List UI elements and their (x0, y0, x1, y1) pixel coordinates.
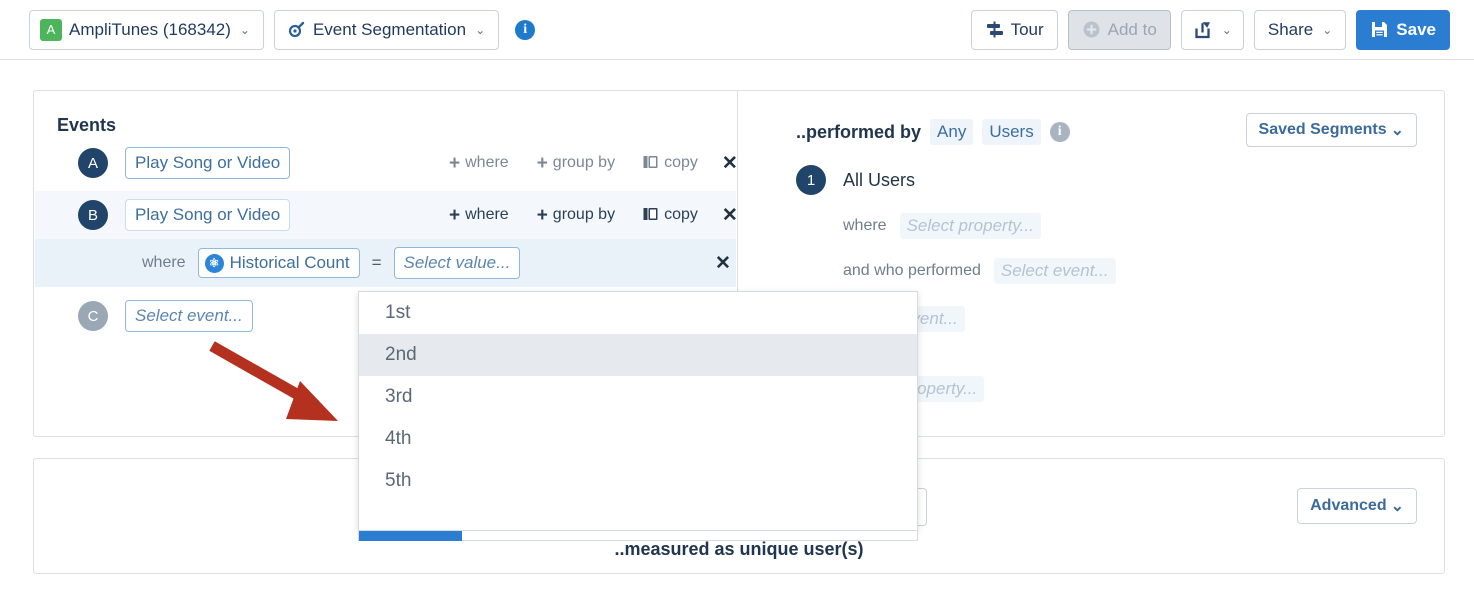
dropdown-option-2nd[interactable]: 2nd (359, 334, 917, 376)
advanced-label: Advanced (1310, 497, 1387, 514)
project-name-label: AmpliTunes (168342) (69, 19, 231, 39)
chart-type-label: Event Segmentation (312, 19, 467, 39)
copy-icon (643, 207, 659, 223)
segment-where-label: where (843, 217, 887, 234)
event-select-a[interactable]: Play Song or Video (125, 147, 291, 179)
historical-count-icon: ⚛ (204, 253, 224, 273)
add-to-button[interactable]: Add to (1067, 9, 1171, 50)
copy-icon (643, 155, 659, 171)
copy-event-b[interactable]: copy (629, 206, 712, 224)
plus-icon: + (449, 152, 461, 174)
segment-performed-event-select[interactable]: Select event... (993, 258, 1116, 284)
event-row-a: A Play Song or Video + where + group by (35, 139, 738, 187)
segment-where-row: where Select property... (843, 213, 1041, 239)
segment-where-property-select[interactable]: Select property... (899, 213, 1041, 239)
project-badge-icon: A (40, 18, 62, 41)
project-selector-button[interactable]: A AmpliTunes (168342) ⌄ (29, 9, 264, 50)
saved-segments-button[interactable]: Saved Segments ⌄ (1245, 113, 1417, 147)
filter-actions: ✕ (705, 254, 741, 273)
plus-icon: + (536, 204, 548, 226)
add-where-b[interactable]: + where (435, 206, 523, 225)
chevron-down-icon: ⌄ (475, 22, 486, 37)
add-group-by-b[interactable]: + group by (523, 206, 629, 225)
chevron-down-icon: ⌄ (1390, 122, 1404, 139)
event-badge-b: B (78, 200, 108, 230)
segment-badge-1: 1 (796, 165, 826, 195)
event-actions-a: + where + group by copy ✕ (435, 154, 748, 173)
event-select-b[interactable]: Play Song or Video (125, 199, 291, 231)
events-panel-title: Events (57, 115, 117, 135)
segment-performed-label: and who performed (843, 262, 981, 279)
signpost-icon (985, 20, 1004, 39)
dropdown-option-1st[interactable]: 1st (359, 292, 917, 334)
toolbar-left-group: A AmpliTunes (168342) ⌄ Event Segmentati… (29, 9, 536, 50)
event-badge-c: C (78, 301, 108, 331)
share-export-icon (1193, 20, 1213, 40)
chevron-down-icon: ⌄ (1322, 22, 1333, 37)
copy-label-b: copy (664, 206, 698, 223)
share-button[interactable]: Share ⌄ (1253, 9, 1347, 50)
plus-icon: + (536, 152, 548, 174)
save-button[interactable]: Save (1356, 9, 1450, 50)
chevron-down-icon: ⌄ (239, 22, 250, 37)
saved-segments-label: Saved Segments (1258, 121, 1387, 138)
segment-panel-title: ..performed by (796, 121, 922, 142)
segment-toggle-any[interactable]: Any (930, 119, 974, 145)
top-toolbar: A AmpliTunes (168342) ⌄ Event Segmentati… (0, 0, 1474, 60)
floppy-disk-icon (1370, 20, 1389, 39)
add-to-label: Add to (1107, 19, 1157, 39)
chevron-down-icon: ⌄ (1390, 498, 1404, 515)
plus-icon: + (449, 204, 461, 226)
event-row-b: B Play Song or Video + where + group by (35, 191, 738, 239)
segment-performed-row: and who performed Select event... (843, 258, 1116, 284)
filter-property-label: Historical Count (229, 253, 350, 272)
measured-as-text: ..measured as unique user(s) (614, 539, 864, 559)
filter-where-label: where (142, 254, 186, 271)
dropdown-horizontal-scrollbar[interactable] (358, 531, 918, 541)
add-where-label-b: where (465, 206, 509, 223)
filter-operator[interactable]: = (372, 253, 382, 273)
main-canvas: Events A Play Song or Video + where + gr… (0, 60, 1474, 592)
magnifier-icon (287, 20, 306, 39)
event-filter-row: where ⚛ Historical Count = Select value.… (35, 239, 736, 287)
plus-circle-icon (1082, 20, 1101, 39)
value-dropdown-menu[interactable]: 1st 2nd 3rd 4th 5th (358, 291, 918, 531)
advanced-button[interactable]: Advanced ⌄ (1297, 488, 1417, 524)
filter-property-select[interactable]: ⚛ Historical Count (197, 248, 360, 278)
share-label: Share (1267, 19, 1314, 39)
add-where-label-a: where (465, 154, 509, 171)
segment-toggle-users[interactable]: Users (982, 119, 1041, 145)
remove-event-b[interactable]: ✕ (712, 206, 748, 225)
save-label: Save (1396, 19, 1436, 39)
event-select-c[interactable]: Select event... (125, 300, 253, 332)
tour-label: Tour (1010, 19, 1044, 39)
event-badge-a: A (78, 148, 108, 178)
segment-group-row: 1 All Users (796, 165, 915, 195)
dropdown-option-3rd[interactable]: 3rd (359, 376, 917, 418)
filter-value-select[interactable]: Select value... (393, 247, 521, 279)
remove-filter[interactable]: ✕ (705, 254, 741, 273)
copy-label-a: copy (664, 154, 698, 171)
tour-button[interactable]: Tour (970, 9, 1058, 50)
add-group-by-a[interactable]: + group by (523, 154, 629, 173)
segment-info-icon[interactable]: i (1049, 122, 1070, 142)
remove-event-a[interactable]: ✕ (712, 154, 748, 173)
segment-panel-header: ..performed by Any Users i (796, 119, 1070, 145)
add-group-by-label-b: group by (552, 206, 616, 223)
event-actions-b: + where + group by copy ✕ (435, 206, 748, 225)
add-group-by-label-a: group by (552, 154, 616, 171)
chevron-down-icon: ⌄ (1221, 22, 1232, 37)
dropdown-scrollbar-thumb[interactable] (359, 531, 462, 541)
dropdown-option-5th[interactable]: 5th (359, 460, 917, 502)
add-where-a[interactable]: + where (435, 154, 523, 173)
segment-group-name[interactable]: All Users (843, 170, 915, 191)
chart-type-selector-button[interactable]: Event Segmentation ⌄ (273, 9, 500, 50)
export-button[interactable]: ⌄ (1180, 9, 1244, 50)
toolbar-right-group: Tour Add to ⌄ Share ⌄ Save (970, 9, 1450, 50)
copy-event-a[interactable]: copy (629, 154, 712, 172)
dropdown-option-4th[interactable]: 4th (359, 418, 917, 460)
info-icon[interactable]: i (515, 19, 536, 40)
